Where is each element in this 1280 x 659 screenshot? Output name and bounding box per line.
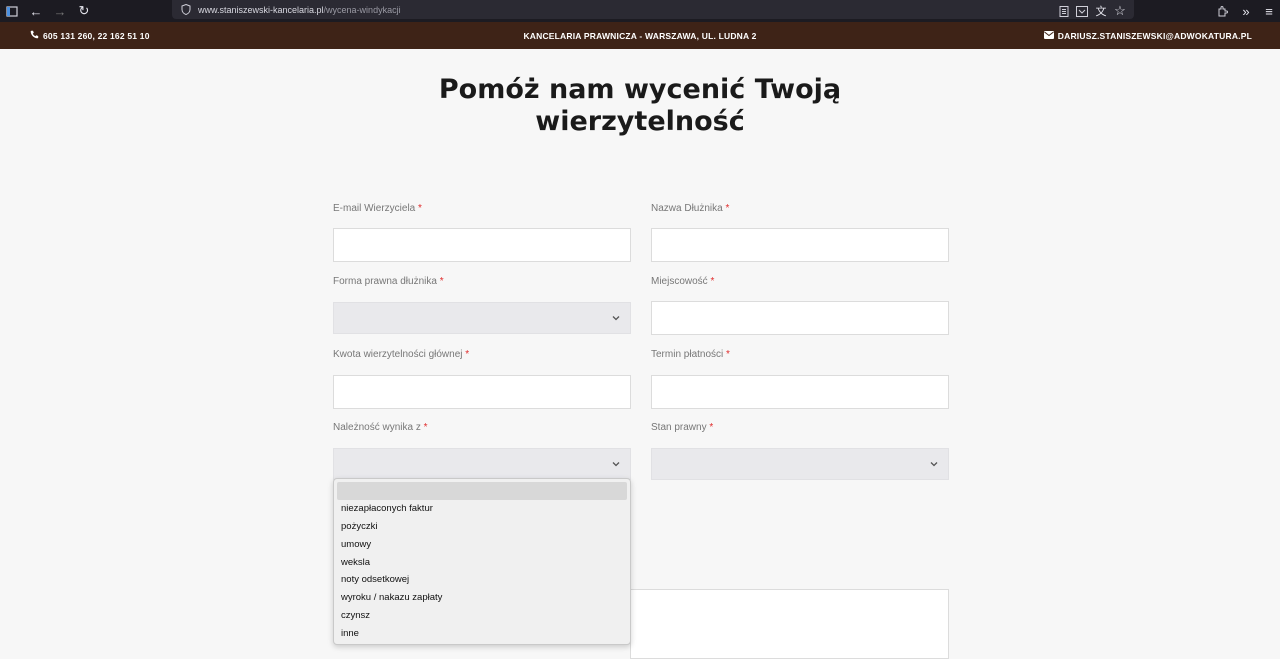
translate-icon[interactable]: 文 (1093, 0, 1109, 22)
browser-toolbar: ← → ↻ www.staniszewski-kancelaria.pl /wy… (0, 0, 1280, 22)
url-host: www.staniszewski-kancelaria.pl (198, 4, 324, 15)
city-field[interactable] (651, 301, 949, 335)
amount-field[interactable] (333, 375, 631, 409)
menu-icon[interactable]: ≡ (1261, 0, 1277, 22)
required-mark: * (709, 422, 714, 433)
page-title: Pomóż nam wycenić Twoją wierzytelność (0, 74, 1280, 138)
required-mark: * (726, 349, 730, 360)
chevron-down-icon (930, 462, 938, 467)
dropdown-option[interactable]: weksla (337, 553, 627, 571)
debtor-name-label-text: Nazwa Dłużnika (651, 203, 723, 214)
required-mark: * (418, 203, 422, 214)
required-mark: * (725, 203, 730, 214)
email-text: DARIUSZ.STANISZEWSKI@ADWOKATURA.PL (1057, 30, 1252, 41)
legal-status-label-text: Stan prawny (651, 422, 707, 433)
forward-icon[interactable]: → (52, 0, 68, 22)
dropdown-option[interactable]: niezapłaconych faktur (337, 500, 627, 518)
back-icon[interactable]: ← (28, 0, 44, 22)
source-label: Należność wynika z * (333, 422, 428, 433)
url-path: /wycena-windykacji (323, 4, 401, 15)
dropdown-option[interactable]: czynsz (337, 607, 627, 625)
chevron-down-icon (612, 316, 620, 321)
page-title-line1: Pomóż nam wycenić Twoją (438, 74, 842, 105)
due-date-label: Termin płatności * (651, 349, 730, 360)
required-mark: * (710, 276, 715, 287)
legal-status-select[interactable] (651, 448, 949, 480)
email-label: E-mail Wierzyciela * (333, 203, 422, 214)
legal-form-select[interactable] (333, 302, 631, 334)
extensions-icon[interactable] (1214, 0, 1230, 22)
legal-form-label-text: Forma prawna dłużnika (333, 276, 437, 287)
source-dropdown-list: niezapłaconych faktur pożyczki umowy wek… (333, 478, 631, 645)
source-select[interactable] (333, 448, 631, 480)
legal-form-label: Forma prawna dłużnika * (333, 276, 444, 287)
email-field[interactable] (333, 228, 631, 262)
shield-icon (180, 4, 192, 16)
amount-label-text: Kwota wierzytelności głównej (333, 349, 463, 360)
city-label-text: Miejscowość (651, 276, 708, 287)
due-date-label-text: Termin płatności (651, 349, 724, 360)
envelope-icon (1043, 30, 1054, 41)
required-mark: * (423, 422, 428, 433)
reader-view-icon[interactable] (1056, 0, 1072, 22)
dropdown-option[interactable]: wyroku / nakazu zapłaty (337, 589, 627, 607)
message-textarea[interactable] (630, 589, 949, 659)
legal-status-label: Stan prawny * (651, 422, 713, 433)
source-label-text: Należność wynika z (333, 422, 421, 433)
required-mark: * (465, 349, 470, 360)
dropdown-option[interactable]: inne (337, 624, 627, 642)
email-label-text: E-mail Wierzyciela (333, 203, 416, 214)
overflow-chevron-icon[interactable]: » (1238, 0, 1254, 22)
city-label: Miejscowość * (651, 276, 714, 287)
sidebar-toggle-icon[interactable] (4, 0, 20, 22)
amount-label: Kwota wierzytelności głównej * (333, 349, 469, 360)
address-text: KANCELARIA PRAWNICZA - WARSZAWA, UL. LUD… (523, 30, 757, 41)
screenshot-icon[interactable] (1074, 0, 1090, 22)
address-bar[interactable]: www.staniszewski-kancelaria.pl /wycena-w… (172, 0, 1134, 19)
dropdown-option[interactable]: noty odsetkowej (337, 571, 627, 589)
due-date-field[interactable] (651, 375, 949, 409)
debtor-name-label: Nazwa Dłużnika * (651, 203, 729, 214)
dropdown-option[interactable]: pożyczki (337, 518, 627, 536)
bookmark-star-icon[interactable]: ☆ (1112, 0, 1128, 22)
required-mark: * (439, 276, 444, 287)
debtor-name-field[interactable] (651, 228, 949, 262)
topbar-email[interactable]: DARIUSZ.STANISZEWSKI@ADWOKATURA.PL (1043, 22, 1252, 49)
dropdown-option[interactable]: umowy (337, 535, 627, 553)
reload-icon[interactable]: ↻ (76, 0, 92, 22)
dropdown-option[interactable] (337, 482, 627, 500)
chevron-down-icon (612, 462, 620, 467)
page-title-line2: wierzytelność (535, 106, 745, 137)
site-topbar: 605 131 260, 22 162 51 10 KANCELARIA PRA… (0, 22, 1280, 49)
